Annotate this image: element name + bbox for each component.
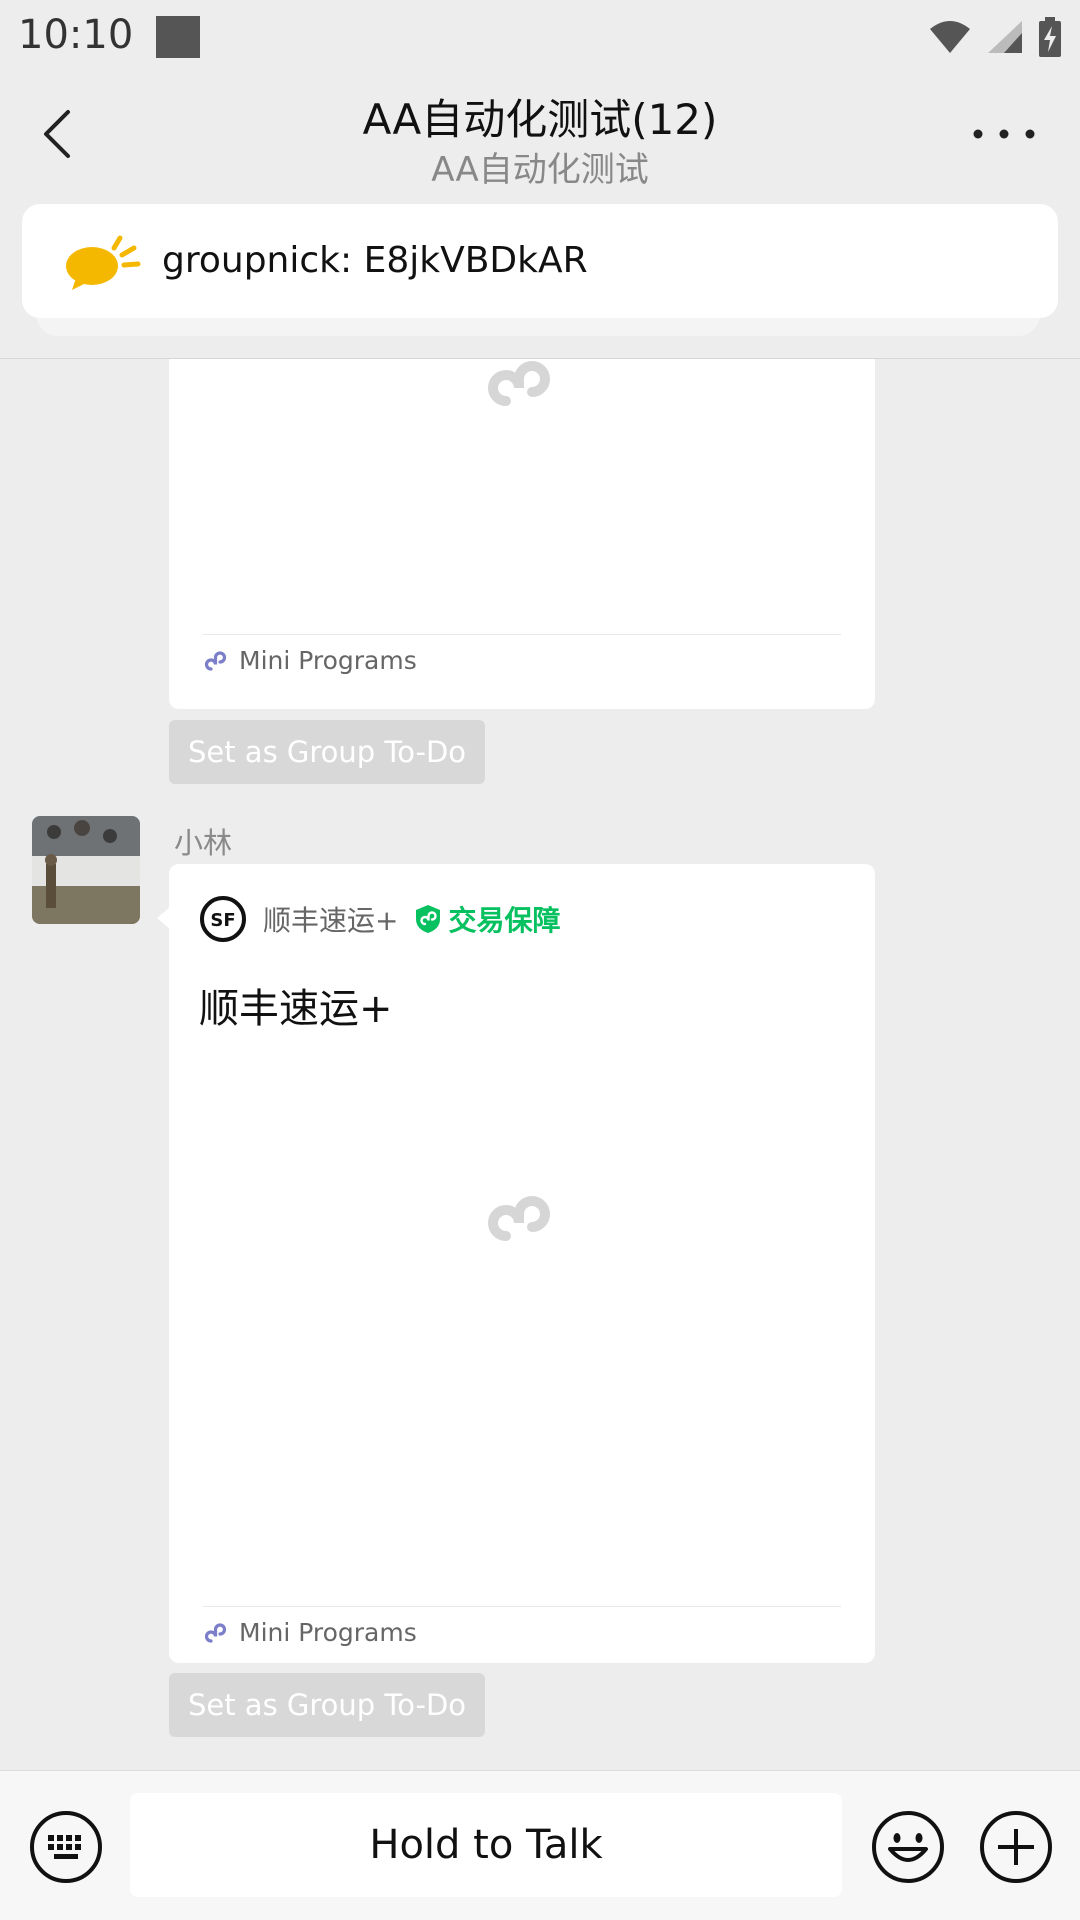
battery-charging-icon — [1039, 17, 1061, 57]
brand-row: SF 顺丰速运+ 交易保障 — [199, 894, 560, 944]
signal-icon — [988, 21, 1022, 53]
status-bar: 10:10 — [0, 0, 1080, 76]
status-icons — [928, 16, 1062, 58]
pinned-text: groupnick: E8jkVBDkAR — [162, 240, 588, 281]
card-footer-divider — [203, 634, 841, 635]
keyboard-icon[interactable] — [28, 1809, 104, 1885]
card-footer-divider — [203, 1606, 841, 1607]
sf-logo-icon: SF — [200, 896, 246, 942]
guarantee-badge: 交易保障 — [448, 904, 561, 937]
avatar[interactable] — [32, 816, 140, 924]
emoji-icon[interactable] — [870, 1809, 946, 1885]
more-dots-icon[interactable] — [968, 116, 1040, 152]
svg-text:SF: SF — [210, 910, 235, 931]
card-footer: Mini Programs — [203, 646, 417, 675]
chat-messages[interactable]: Mini Programs Set as Group To-Do 小林 SF 顺… — [0, 359, 1080, 1770]
set-group-todo-button[interactable]: Set as Group To-Do — [169, 1673, 485, 1737]
set-group-todo-button[interactable]: Set as Group To-Do — [169, 720, 485, 784]
status-time: 10:10 — [18, 12, 134, 58]
sender-name: 小林 — [174, 826, 233, 860]
chat-header: AA自动化测试(12) AA自动化测试 — [0, 76, 1080, 194]
card-footer-label: Mini Programs — [239, 646, 417, 675]
mini-program-card[interactable]: Mini Programs — [169, 359, 875, 709]
notification-icon — [156, 16, 200, 58]
mini-program-placeholder-icon — [488, 361, 550, 406]
wifi-icon — [930, 21, 970, 53]
shield-check-icon — [416, 905, 441, 933]
card-title: 顺丰速运+ — [199, 986, 393, 1032]
chat-subtitle: AA自动化测试 — [431, 150, 649, 190]
mini-program-card[interactable]: SF 顺丰速运+ 交易保障 顺丰速运+ Mini Programs — [169, 864, 875, 1663]
mini-program-placeholder-icon — [488, 1196, 550, 1241]
chat-title: AA自动化测试(12) — [362, 95, 718, 144]
hold-to-talk-button[interactable]: Hold to Talk — [130, 1793, 842, 1897]
card-footer: Mini Programs — [203, 1618, 417, 1647]
announcement-bubble-icon — [66, 235, 141, 290]
card-footer-label: Mini Programs — [239, 1618, 417, 1647]
mini-program-icon — [204, 1622, 227, 1643]
mini-program-icon — [204, 650, 227, 671]
brand-name: 顺丰速运+ — [263, 904, 399, 937]
plus-icon[interactable] — [978, 1809, 1054, 1885]
pinned-announcement[interactable]: groupnick: E8jkVBDkAR — [22, 204, 1058, 318]
input-bar: Hold to Talk — [0, 1770, 1080, 1920]
